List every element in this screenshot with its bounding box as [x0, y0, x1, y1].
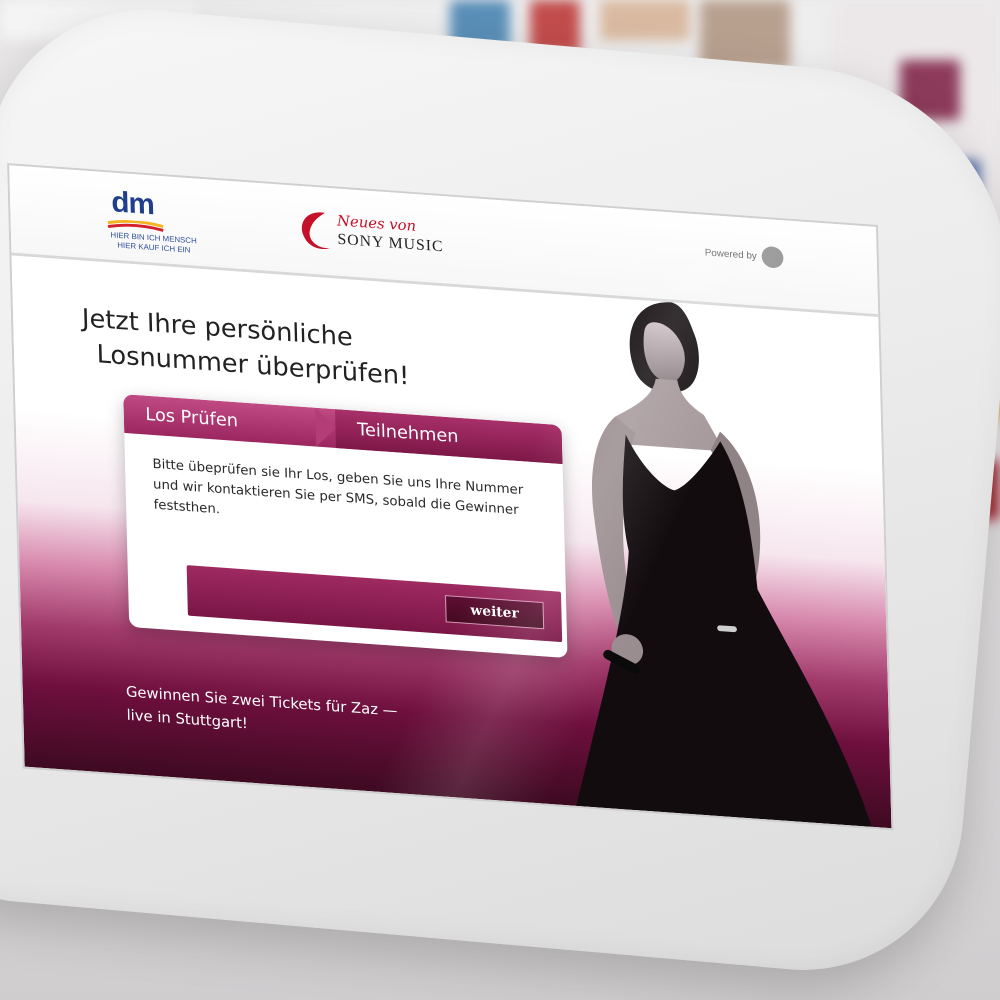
dm-logo: dm HIER BIN ICH MENSCH HIER KAUF ICH EIN: [83, 184, 223, 262]
singer-photo: [576, 302, 872, 827]
promo-text: Gewinnen Sie zwei Tickets für Zaz — live…: [126, 680, 482, 752]
tablet-screen: dm HIER BIN ICH MENSCH HIER KAUF ICH EIN…: [9, 165, 892, 829]
kiosk-photo-scene: dm HIER BIN ICH MENSCH HIER KAUF ICH EIN…: [0, 0, 1000, 1000]
dm-tagline: HIER BIN ICH MENSCH HIER KAUF ICH EIN: [85, 229, 223, 258]
losnummer-input[interactable]: [186, 565, 435, 634]
powered-by: Powered by: [704, 242, 784, 269]
powered-by-label: Powered by: [704, 247, 757, 262]
weiter-button[interactable]: weiter: [444, 595, 545, 630]
main-panel: Jetzt Ihre persönliche Losnummer überprü…: [11, 255, 892, 829]
background-shelf: [600, 0, 690, 40]
tablet-screen-frame: dm HIER BIN ICH MENSCH HIER KAUF ICH EIN…: [0, 0, 1000, 1000]
tab-bar: Los Prüfen Teilnehmen: [123, 394, 563, 465]
losnummer-input-bar: weiter: [186, 565, 563, 643]
dm-logo-letters: dm: [110, 186, 155, 222]
partner-badge-icon: [761, 245, 784, 269]
sony-music-swirl-icon: [301, 212, 330, 250]
sony-music-label: SONY MUSIC: [337, 231, 444, 256]
los-check-card: Los Prüfen Teilnehmen Bitte übeprüfen si…: [123, 394, 568, 659]
instruction-text: Bitte übeprüfen sie Ihr Los, geben Sie u…: [152, 456, 524, 519]
tab-los-pruefen[interactable]: Los Prüfen: [145, 396, 239, 441]
tab-arrow-icon: [315, 407, 336, 448]
page-title: Jetzt Ihre persönliche Losnummer überprü…: [82, 301, 410, 394]
sony-music-logo: Neues von SONY MUSIC: [295, 205, 493, 273]
